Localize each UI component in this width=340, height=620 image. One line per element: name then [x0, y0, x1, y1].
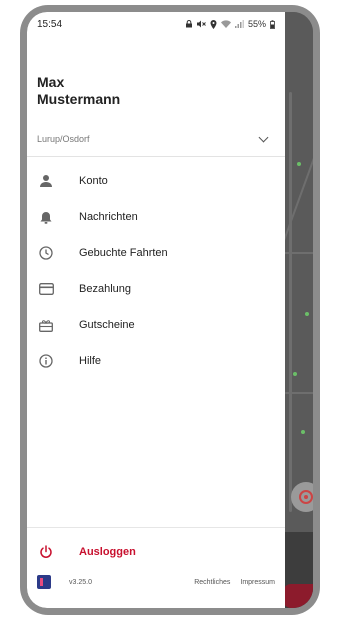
person-icon [37, 172, 55, 190]
status-bar: 15:54 55% [27, 12, 285, 36]
imprint-link[interactable]: Impressum [240, 579, 275, 586]
app-version: v3.25.0 [69, 578, 92, 586]
info-icon [37, 352, 55, 370]
drawer-bottom: Ausloggen v3.25.0 Rechtliches Impressum [27, 527, 285, 608]
wifi-icon [220, 20, 231, 28]
status-time: 15:54 [37, 18, 63, 30]
locate-icon [299, 490, 313, 504]
chevron-down-icon [258, 132, 269, 142]
legal-link[interactable]: Rechtliches [194, 579, 230, 586]
menu-item-gutscheine[interactable]: Gutscheine [27, 307, 285, 343]
menu-item-label: Gebuchte Fahrten [79, 247, 168, 259]
power-icon [37, 543, 55, 561]
menu-item-label: Nachrichten [79, 211, 138, 223]
menu-item-label: Gutscheine [79, 319, 135, 331]
user-name: Max Mustermann [37, 74, 121, 107]
drawer-footer: v3.25.0 Rechtliches Impressum [27, 570, 285, 594]
battery-icon [270, 19, 275, 29]
logout-button[interactable]: Ausloggen [27, 534, 285, 570]
location-pin-icon [210, 19, 217, 29]
battery-percent: 55% [247, 19, 266, 29]
menu-item-label: Bezahlung [79, 283, 131, 295]
locate-me-button[interactable] [291, 482, 313, 512]
menu-item-label: Konto [79, 175, 108, 187]
location-selector[interactable]: Lurup/Osdorf [27, 122, 285, 157]
voucher-icon [37, 316, 55, 334]
location-value: Lurup/Osdorf [37, 134, 90, 144]
menu-item-hilfe[interactable]: Hilfe [27, 343, 285, 379]
credit-card-icon [37, 280, 55, 298]
mute-icon [196, 20, 206, 28]
menu-item-label: Hilfe [79, 355, 102, 367]
app-logo [37, 575, 51, 589]
lock-icon [185, 20, 192, 28]
menu-item-konto[interactable]: Konto [27, 163, 285, 199]
bell-icon [37, 208, 55, 226]
menu-item-nachrichten[interactable]: Nachrichten [27, 199, 285, 235]
logout-label: Ausloggen [79, 546, 136, 558]
app-screen: 15:54 55% Max Mustermann Lurup/Osdorf Ko [27, 12, 313, 608]
menu-item-bezahlung[interactable]: Bezahlung [27, 271, 285, 307]
clock-icon [37, 244, 55, 262]
signal-icon [234, 20, 244, 28]
menu-item-gebuchte-fahrten[interactable]: Gebuchte Fahrten [27, 235, 285, 271]
navigation-drawer: 15:54 55% Max Mustermann Lurup/Osdorf Ko [27, 12, 285, 608]
map-action-button[interactable] [283, 584, 313, 608]
drawer-menu: Konto Nachrichten Gebuchte Fahrten Bezah… [27, 163, 285, 379]
status-icons: 55% [185, 19, 275, 29]
